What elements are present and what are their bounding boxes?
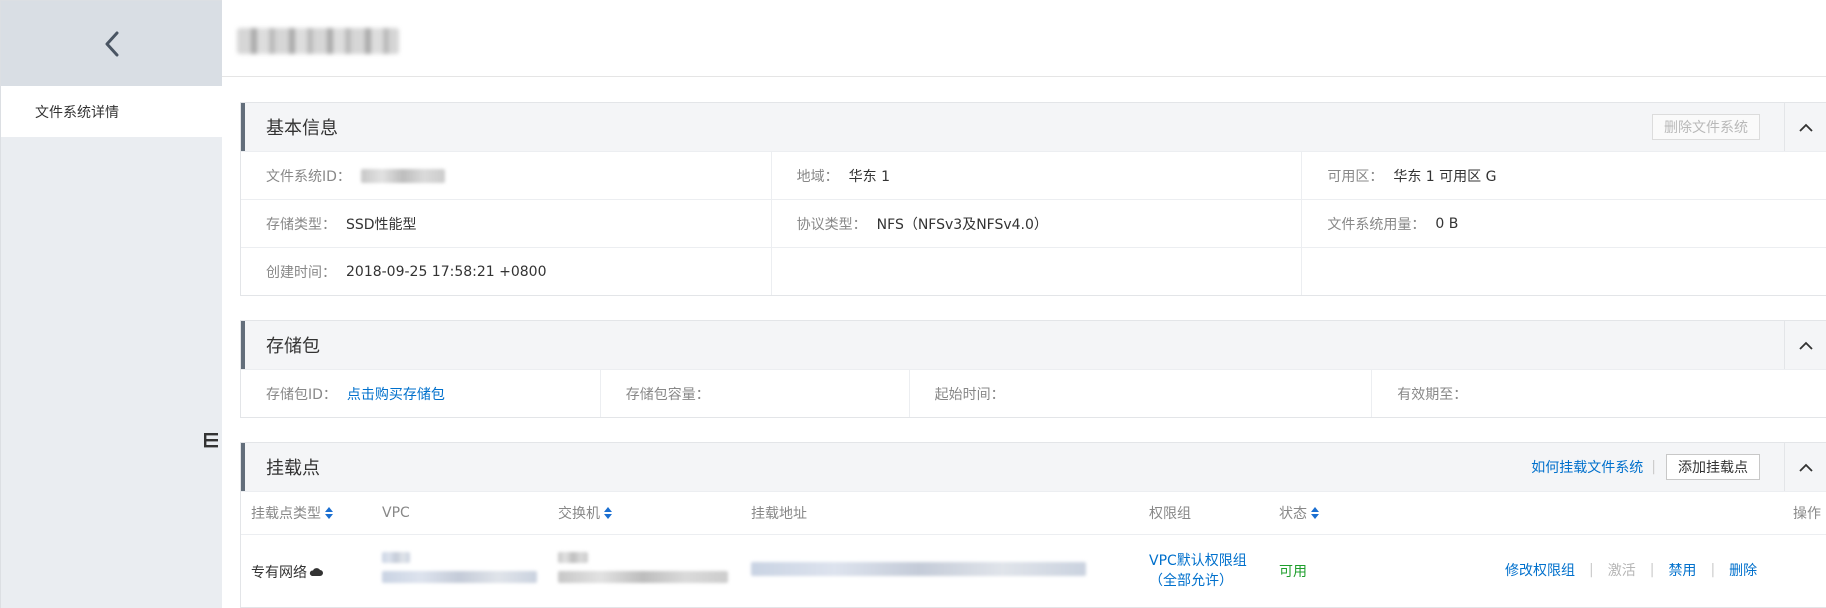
package-expire-label: 有效期至： [1397,386,1468,403]
package-id-cell: 存储包ID： 点击购买存储包 [241,370,601,417]
delete-link[interactable]: 删除 [1729,560,1757,580]
collapse-button[interactable] [1784,443,1826,491]
region-value: 华东 1 [848,168,891,185]
chevron-left-icon [105,31,118,56]
column-header-type[interactable]: 挂载点类型 [251,503,333,523]
mount-points-header: 挂载点 如何挂载文件系统 | 添加挂载点 [241,443,1826,491]
sidebar-collapse-handle[interactable] [200,410,222,470]
page-header [222,0,1826,77]
fs-id-cell: 文件系统ID： [241,152,772,199]
basic-info-panel: 基本信息 删除文件系统 文件系统ID： 地域： 华东 1 可用区： 华东 1 可… [240,102,1826,296]
divider: | [1710,562,1716,578]
column-header-status[interactable]: 状态 [1279,503,1319,523]
storage-package-panel: 存储包 存储包ID： 点击购买存储包 存储包容量： 起始时间： 有效期至： [240,320,1826,418]
divider: | [1649,562,1655,578]
zone-cell: 可用区： 华东 1 可用区 G [1302,152,1826,199]
basic-info-header: 基本信息 删除文件系统 [241,103,1826,151]
divider: | [1589,562,1594,578]
package-start-cell: 起始时间： [910,370,1373,417]
region-cell: 地域： 华东 1 [772,152,1303,199]
redacted-fs-id [360,168,445,183]
sort-icon [325,507,333,519]
created-cell: 创建时间： 2018-09-25 17:58:21 +0800 [241,248,772,295]
column-header-vpc: VPC [382,505,410,521]
storage-package-header: 存储包 [241,321,1826,369]
usage-cell: 文件系统用量： 0 B [1302,200,1826,247]
storage-type-value: SSD性能型 [346,216,417,233]
column-header-vswitch[interactable]: 交换机 [558,503,612,523]
table-header: 挂载点类型 VPC 交换机 挂载地址 权限组 状态 操作 [241,491,1826,534]
created-value: 2018-09-25 17:58:21 +0800 [346,263,547,280]
row-actions: 修改权限组 | 激活 | 禁用 | 删除 [1505,560,1757,580]
add-mount-point-button[interactable]: 添加挂载点 [1666,454,1760,480]
sort-icon [604,507,612,519]
activate-link[interactable]: 激活 [1608,560,1636,580]
empty-cell [772,248,1303,295]
created-label: 创建时间： [266,264,336,281]
menu-collapse-icon [204,433,218,448]
zone-label: 可用区： [1327,168,1384,185]
storage-type-cell: 存储类型： SSD性能型 [241,200,772,247]
package-id-label: 存储包ID： [266,386,337,403]
delete-filesystem-button[interactable]: 删除文件系统 [1652,114,1760,140]
divider: | [1651,459,1656,475]
protocol-cell: 协议类型： NFS（NFSv3及NFSv4.0） [772,200,1303,247]
panel-title: 挂载点 [266,458,320,479]
storage-type-label: 存储类型： [266,216,336,233]
status-badge: 可用 [1279,564,1307,580]
column-header-group: 权限组 [1149,506,1191,522]
collapse-button[interactable] [1784,321,1826,369]
buy-package-link[interactable]: 点击购买存储包 [347,384,445,404]
sidebar-item-label: 文件系统详情 [35,104,119,121]
info-row: 存储类型： SSD性能型 协议类型： NFS（NFSv3及NFSv4.0） 文件… [241,199,1826,247]
redacted-vswitch [558,552,728,583]
collapse-button[interactable] [1784,103,1826,151]
package-start-label: 起始时间： [934,386,1005,403]
chevron-up-icon [1798,123,1813,132]
howto-mount-link[interactable]: 如何挂载文件系统 [1531,457,1643,477]
protocol-value: NFS（NFSv3及NFSv4.0） [876,216,1048,233]
package-expire-cell: 有效期至： [1372,370,1826,417]
usage-label: 文件系统用量： [1327,216,1426,233]
main-content: 基本信息 删除文件系统 文件系统ID： 地域： 华东 1 可用区： 华东 1 可… [222,0,1826,608]
empty-cell [1302,248,1826,295]
panel-title: 存储包 [266,336,320,357]
back-button[interactable] [1,1,222,86]
column-header-action: 操作 [1793,506,1821,522]
info-row: 创建时间： 2018-09-25 17:58:21 +0800 [241,247,1826,295]
permission-group-link[interactable]: VPC默认权限组 （全部允许） [1149,551,1247,591]
modify-group-link[interactable]: 修改权限组 [1505,560,1575,580]
column-header-address: 挂载地址 [751,506,807,522]
package-row: 存储包ID： 点击购买存储包 存储包容量： 起始时间： 有效期至： [241,369,1826,417]
chevron-up-icon [1798,341,1813,350]
sidebar: 文件系统详情 [0,0,222,608]
redacted-vpc [382,552,537,583]
usage-value: 0 B [1435,215,1459,232]
package-capacity-cell: 存储包容量： [601,370,910,417]
panel-title: 基本信息 [266,118,338,139]
cloud-icon [309,568,323,576]
mount-points-panel: 挂载点 如何挂载文件系统 | 添加挂载点 挂载点类型 VPC 交换机 挂载地址 … [240,442,1826,608]
table-row: 专有网络 VPC默认权限组 （全部允许） 可用 修改权限组 | 激活 | 禁用 … [241,534,1826,608]
mount-type-value: 专有网络 [251,565,307,581]
redacted-page-title [237,28,399,54]
zone-value: 华东 1 可用区 G [1393,168,1497,185]
fs-id-label: 文件系统ID： [266,168,351,185]
info-row: 文件系统ID： 地域： 华东 1 可用区： 华东 1 可用区 G [241,151,1826,199]
package-capacity-label: 存储包容量： [625,386,710,403]
mount-type-cell: 专有网络 [251,562,323,582]
sort-icon [1311,507,1319,519]
region-label: 地域： [796,168,839,185]
sidebar-item-filesystem-detail[interactable]: 文件系统详情 [1,86,222,137]
chevron-up-icon [1798,463,1813,472]
protocol-label: 协议类型： [796,216,867,233]
disable-link[interactable]: 禁用 [1668,560,1696,580]
redacted-mount-address [751,562,1086,576]
